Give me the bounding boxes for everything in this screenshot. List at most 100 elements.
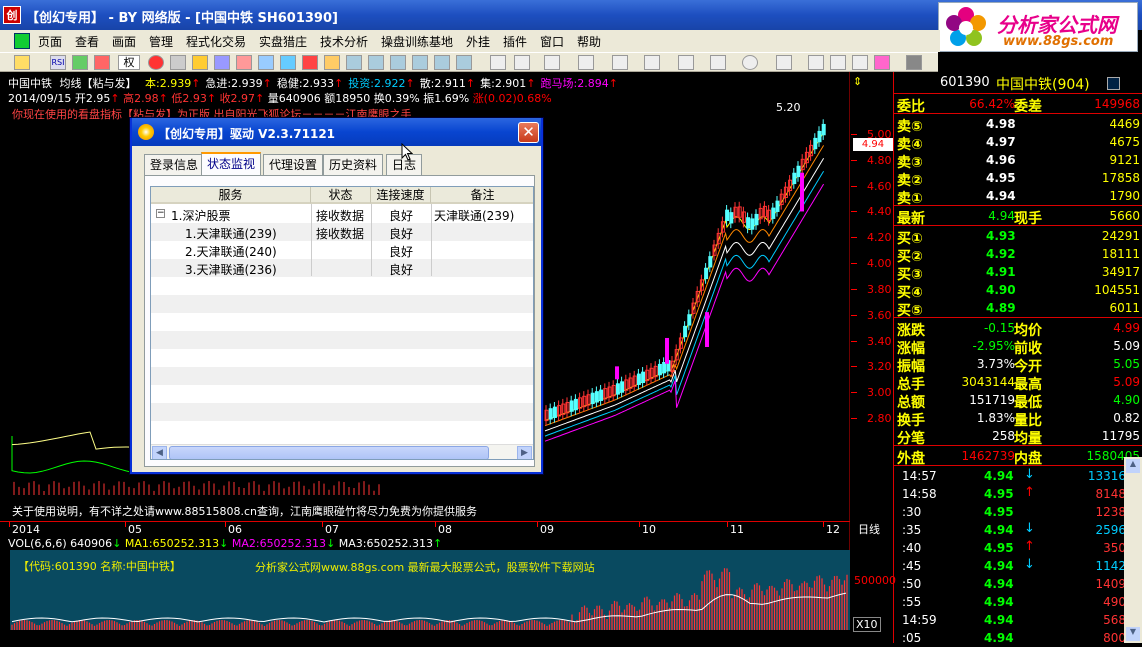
menu-hunt[interactable]: 实盘猎庄: [259, 33, 307, 50]
eraser-icon[interactable]: [808, 55, 824, 70]
split-icon[interactable]: [412, 55, 428, 70]
bid-row[interactable]: 买② 4.92 18111: [894, 245, 1142, 265]
quote-value-2: 5660: [1109, 209, 1140, 223]
hline-tool-icon[interactable]: [544, 55, 560, 70]
tick-volume: 2596: [1095, 523, 1126, 537]
tab-login-info[interactable]: 登录信息: [144, 154, 205, 175]
glasses-icon[interactable]: [170, 55, 186, 70]
photo-icon[interactable]: [456, 55, 472, 70]
save-icon[interactable]: [906, 55, 922, 70]
divider: [894, 225, 1142, 226]
rect-tool-icon[interactable]: [710, 55, 726, 70]
period-mode[interactable]: 日线: [858, 521, 880, 537]
quote-value-2: 149968: [1094, 97, 1140, 111]
col-service[interactable]: 服务: [151, 187, 311, 204]
col-speed[interactable]: 连接速度: [371, 187, 431, 204]
scroll-down-icon[interactable]: ▼: [1126, 627, 1140, 641]
tag-icon[interactable]: [236, 55, 252, 70]
ask-row[interactable]: 卖② 4.95 17858: [894, 169, 1142, 189]
tick-row: :45 4.94 ↓ 1142: [894, 557, 1142, 575]
quote-row: 总额 151719 最低 4.90: [894, 391, 1142, 411]
tab-history-data[interactable]: 历史资料: [323, 154, 384, 175]
tab-proxy-settings[interactable]: 代理设置: [263, 154, 324, 175]
fib-tool-icon[interactable]: [678, 55, 694, 70]
star-icon[interactable]: [192, 55, 208, 70]
pen-icon[interactable]: [830, 55, 846, 70]
menu-help[interactable]: 帮助: [577, 33, 601, 50]
close-icon[interactable]: ✕: [518, 122, 539, 143]
line-tool-icon[interactable]: [514, 55, 530, 70]
rights-button[interactable]: 权: [118, 55, 140, 70]
range-icon[interactable]: [94, 55, 110, 70]
scroll-up-icon[interactable]: ▲: [1126, 459, 1140, 473]
menu-view[interactable]: 查看: [75, 33, 99, 50]
dialog-title-bar[interactable]: 【创幻专用】驱动 V2.3.71121 ✕: [132, 118, 541, 146]
col-note[interactable]: 备注: [431, 187, 533, 204]
scroll-thumb[interactable]: [169, 446, 489, 459]
grid-icon[interactable]: [368, 55, 384, 70]
menu-page[interactable]: 页面: [38, 33, 62, 50]
link-icon[interactable]: [258, 55, 274, 70]
chart-arrow-icon[interactable]: ⇕: [853, 75, 862, 88]
service-row[interactable]: 1.天津联通(239) 接收数据 良好: [151, 223, 533, 241]
panel-switch-icon[interactable]: [1107, 77, 1120, 90]
rsi-icon[interactable]: RSI: [50, 55, 66, 70]
menu-plugin[interactable]: 插件: [503, 33, 527, 50]
menu-program-trade[interactable]: 程式化交易: [186, 33, 246, 50]
window-icon[interactable]: [390, 55, 406, 70]
date-axis: 2014 05 06 07 08 09 10 11 12: [0, 521, 850, 536]
menu-screen[interactable]: 画面: [112, 33, 136, 50]
vline-tool-icon[interactable]: [578, 55, 594, 70]
home-icon[interactable]: [14, 55, 30, 70]
alarm-icon[interactable]: [324, 55, 340, 70]
pointer-icon[interactable]: [490, 55, 506, 70]
menu-addon[interactable]: 外挂: [466, 33, 490, 50]
chart-icon-2[interactable]: [280, 55, 296, 70]
app-icon[interactable]: 创: [3, 6, 21, 24]
menu-manage[interactable]: 管理: [149, 33, 173, 50]
candle-body: [817, 130, 822, 143]
vol-ma1: MA1:650252.313: [124, 537, 220, 550]
service-row[interactable]: −1.深沪股票 接收数据 良好 天津联通(239): [151, 205, 533, 223]
ticks-scrollbar[interactable]: ▲ ▼: [1124, 457, 1142, 643]
layout-icon[interactable]: [346, 55, 362, 70]
service-note: 天津联通(239): [434, 209, 515, 223]
ask-row[interactable]: 卖⑤ 4.98 4469: [894, 115, 1142, 135]
bid-row[interactable]: 买③ 4.91 34917: [894, 263, 1142, 283]
channel-tool-icon[interactable]: [644, 55, 660, 70]
help-line: 关于使用说明，有不详之处请www.88515808.cn查询，江南鹰眼碰竹将尽力…: [12, 505, 477, 518]
vol-ma2: MA2:650252.313: [231, 537, 327, 550]
menu-window[interactable]: 窗口: [540, 33, 564, 50]
chart-icon[interactable]: [214, 55, 230, 70]
service-row[interactable]: 3.天津联通(236) 良好: [151, 259, 533, 277]
scroll-right-icon[interactable]: ▶: [517, 446, 532, 459]
candle-body: [792, 172, 797, 185]
menu-training[interactable]: 操盘训练基地: [381, 33, 453, 50]
ask-row[interactable]: 卖③ 4.96 9121: [894, 151, 1142, 171]
bid-row[interactable]: 买⑤ 4.89 6011: [894, 299, 1142, 319]
divider: [894, 205, 1142, 206]
ellipse-tool-icon[interactable]: [742, 55, 758, 70]
tab-status-monitor[interactable]: 状态监视: [201, 152, 262, 176]
col-status[interactable]: 状态: [311, 187, 371, 204]
cross-icon[interactable]: [72, 55, 88, 70]
service-row[interactable]: 2.天津联通(240) 良好: [151, 241, 533, 259]
ask-row[interactable]: 卖① 4.94 1790: [894, 187, 1142, 207]
table-icon[interactable]: [434, 55, 450, 70]
bell-icon[interactable]: [302, 55, 318, 70]
red-dot-icon[interactable]: [148, 55, 164, 70]
brush-icon[interactable]: [852, 55, 868, 70]
text-tool-icon[interactable]: [776, 55, 792, 70]
ask-row[interactable]: 卖④ 4.97 4675: [894, 133, 1142, 153]
fan-tool-icon[interactable]: [612, 55, 628, 70]
collapse-icon[interactable]: −: [156, 209, 165, 218]
price-tick: 3.20: [867, 360, 892, 374]
scroll-left-icon[interactable]: ◀: [152, 446, 167, 459]
service-list[interactable]: 服务 状态 连接速度 备注 −1.深沪股票 接收数据 良好 天津联通(239) 1.天津…: [150, 186, 534, 460]
menu-app-icon[interactable]: [14, 33, 30, 49]
list-hscrollbar[interactable]: ◀ ▶: [151, 444, 533, 459]
bid-row[interactable]: 买① 4.93 24291: [894, 227, 1142, 247]
color-icon[interactable]: [874, 55, 890, 70]
menu-tech-analysis[interactable]: 技术分析: [320, 33, 368, 50]
bid-row[interactable]: 买④ 4.90 104551: [894, 281, 1142, 301]
